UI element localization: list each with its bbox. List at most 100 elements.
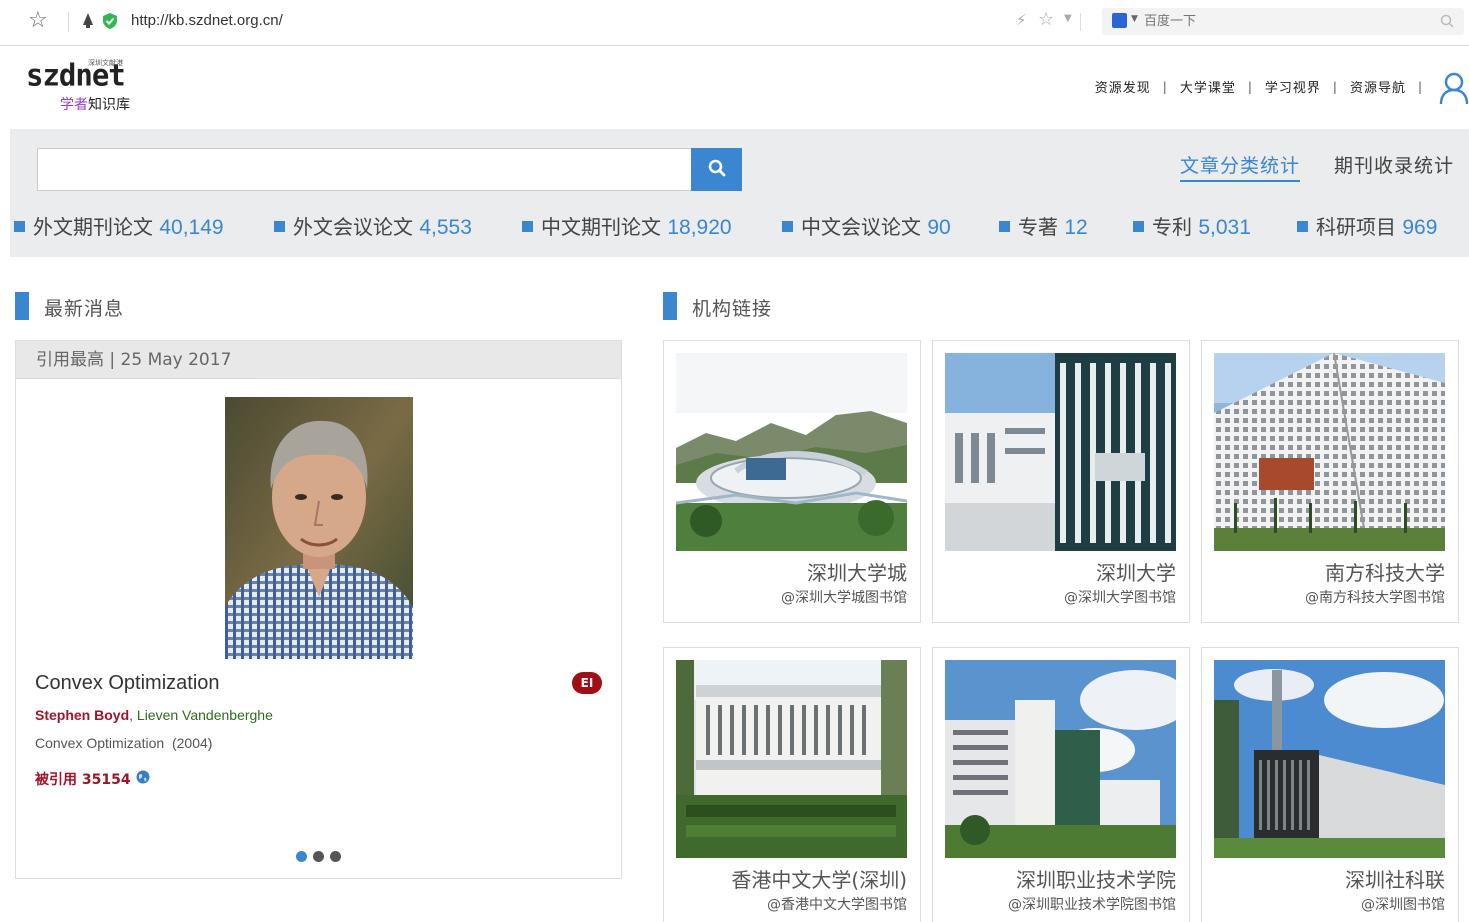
institution-library[interactable]: @深圳大学城图书馆 (781, 587, 907, 607)
carousel-indicators (296, 851, 341, 862)
journal-name: Convex Optimization (35, 735, 165, 751)
search-engine-icon[interactable] (1112, 13, 1127, 28)
nav-separator: | (1332, 79, 1338, 94)
institution-library[interactable]: @香港中文大学图书馆 (767, 894, 907, 914)
site-header: szdnet 深圳文献港 学者知识库 资源发现 | 大学课堂 | 学习视界 | … (10, 47, 1469, 129)
bullet-square-icon (14, 221, 25, 232)
bullet-square-icon (274, 221, 285, 232)
bullet-square-icon (1133, 221, 1144, 232)
institution-library[interactable]: @南方科技大学图书馆 (1305, 587, 1445, 607)
search-panel: 文章分类统计 期刊收录统计 外文期刊论文 40,149 外文会议论文 4,553… (10, 129, 1469, 257)
logo-subtitle-text: 知识库 (88, 97, 130, 113)
browser-search-box[interactable]: ▼ (1102, 8, 1464, 35)
latest-news-heading: 最新消息 (15, 292, 315, 322)
nav-resource-navigation[interactable]: 资源导航 (1350, 77, 1406, 96)
institution-photo[interactable] (676, 353, 907, 551)
site-logo[interactable]: szdnet 深圳文献港 学者知识库 (26, 58, 146, 115)
stat-count: 18,920 (667, 216, 732, 239)
chevron-down-icon[interactable]: ▼ (1131, 14, 1138, 24)
author-portrait[interactable] (225, 397, 413, 659)
globe-icon[interactable] (136, 770, 150, 784)
bullet-square-icon (999, 221, 1010, 232)
toolbar-divider (1080, 13, 1081, 31)
institution-card[interactable]: 深圳大学城 @深圳大学城图书馆 (663, 340, 921, 623)
address-bar-url[interactable]: http://kb.szdnet.org.cn/ (131, 12, 283, 29)
institution-photo[interactable] (1214, 660, 1445, 858)
stat-item[interactable]: 中文期刊论文 18,920 (522, 211, 732, 240)
favorite-star-icon[interactable]: ☆ (1038, 9, 1054, 30)
stat-item[interactable]: 专著 12 (999, 211, 1088, 240)
stat-item[interactable]: 科研项目 969 (1297, 211, 1437, 240)
institution-links-heading: 机构链接 (663, 292, 963, 322)
institution-card[interactable]: 南方科技大学 @南方科技大学图书馆 (1201, 340, 1459, 623)
bullet-square-icon (782, 221, 793, 232)
stat-label: 外文期刊论文 (33, 215, 153, 239)
tab-article-stats[interactable]: 文章分类统计 (1180, 151, 1301, 182)
latest-news-title: 最新消息 (44, 298, 125, 320)
logo-tagline: 深圳文献港 (88, 59, 123, 67)
carousel-dot[interactable] (296, 851, 307, 862)
bullet-square-icon (522, 221, 533, 232)
main-search-input[interactable] (37, 148, 692, 191)
nav-separator: | (1162, 79, 1168, 94)
stat-label: 科研项目 (1316, 215, 1396, 239)
paper-title[interactable]: Convex Optimization (35, 672, 220, 695)
institution-name[interactable]: 深圳大学城 (807, 557, 907, 586)
stat-count: 4,553 (419, 216, 472, 239)
institution-links-title: 机构链接 (692, 298, 773, 320)
institution-library[interactable]: @深圳图书馆 (1361, 894, 1445, 914)
stat-count: 969 (1402, 216, 1438, 239)
institution-name[interactable]: 深圳职业技术学院 (1016, 864, 1176, 893)
institution-name[interactable]: 南方科技大学 (1325, 557, 1445, 586)
author-list: Stephen Boyd, Lieven Vandenberghe (35, 707, 273, 723)
stat-label: 外文会议论文 (293, 215, 413, 239)
search-button[interactable] (691, 148, 742, 191)
logo-subtitle-accent: 学者 (60, 97, 88, 113)
institution-library[interactable]: @深圳大学图书馆 (1064, 587, 1176, 607)
author-primary[interactable]: Stephen Boyd (35, 707, 129, 723)
nav-learning-vision[interactable]: 学习视界 (1265, 77, 1321, 96)
stat-count: 12 (1064, 216, 1088, 239)
institution-name[interactable]: 深圳社科联 (1345, 864, 1445, 893)
search-icon[interactable] (1440, 14, 1454, 28)
bullet-square-icon (1297, 221, 1308, 232)
stat-item[interactable]: 外文期刊论文 40,149 (14, 211, 224, 240)
institution-photo[interactable] (676, 660, 907, 858)
institution-card[interactable]: 深圳社科联 @深圳图书馆 (1201, 647, 1459, 922)
institution-photo[interactable] (1214, 353, 1445, 551)
user-account-icon[interactable] (1439, 71, 1469, 105)
lightning-icon[interactable]: ⚡ (1016, 11, 1027, 29)
publication-year: (2004) (171, 735, 213, 751)
top-navigation: 资源发现 | 大学课堂 | 学习视界 | 资源导航 | (1083, 77, 1423, 97)
institution-card[interactable]: 深圳大学 @深圳大学图书馆 (932, 340, 1190, 623)
stat-item[interactable]: 外文会议论文 4,553 (274, 211, 472, 240)
citation-count: 被引用 35154 (35, 772, 131, 788)
tab-journal-stats[interactable]: 期刊收录统计 (1334, 151, 1454, 178)
browser-search-input[interactable] (1144, 8, 1434, 35)
carousel-dot[interactable] (313, 851, 324, 862)
institution-card[interactable]: 深圳职业技术学院 @深圳职业技术学院图书馆 (932, 647, 1190, 922)
security-shield-icon[interactable] (102, 12, 118, 30)
institution-library[interactable]: @深圳职业技术学院图书馆 (1008, 894, 1176, 914)
stat-count: 40,149 (159, 216, 224, 239)
notification-icon[interactable] (80, 12, 96, 30)
stat-item[interactable]: 专利 5,031 (1133, 211, 1251, 240)
nav-university-class[interactable]: 大学课堂 (1180, 77, 1236, 96)
institution-name[interactable]: 深圳大学 (1096, 557, 1176, 586)
stat-item[interactable]: 中文会议论文 90 (782, 211, 951, 240)
chevron-down-icon[interactable]: ▼ (1064, 13, 1072, 24)
institution-photo[interactable] (945, 660, 1176, 858)
stat-label: 专利 (1152, 215, 1192, 239)
stats-row: 外文期刊论文 40,149 外文会议论文 4,553 中文期刊论文 18,920… (14, 211, 1469, 243)
carousel-dot[interactable] (330, 851, 341, 862)
bookmark-star-icon[interactable]: ☆ (28, 9, 48, 33)
heading-accent-bar (15, 292, 29, 320)
heading-accent-bar (663, 292, 677, 320)
institution-card[interactable]: 香港中文大学(深圳) @香港中文大学图书馆 (663, 647, 921, 922)
browser-toolbar: ☆ http://kb.szdnet.org.cn/ ⚡ ☆ ▼ ▼ (0, 0, 1469, 46)
logo-subtitle: 学者知识库 (60, 94, 130, 114)
institution-name[interactable]: 香港中文大学(深圳) (731, 864, 907, 893)
author-secondary[interactable]: Lieven Vandenberghe (133, 707, 273, 723)
institution-photo[interactable] (945, 353, 1176, 551)
nav-resource-discovery[interactable]: 资源发现 (1095, 77, 1151, 96)
